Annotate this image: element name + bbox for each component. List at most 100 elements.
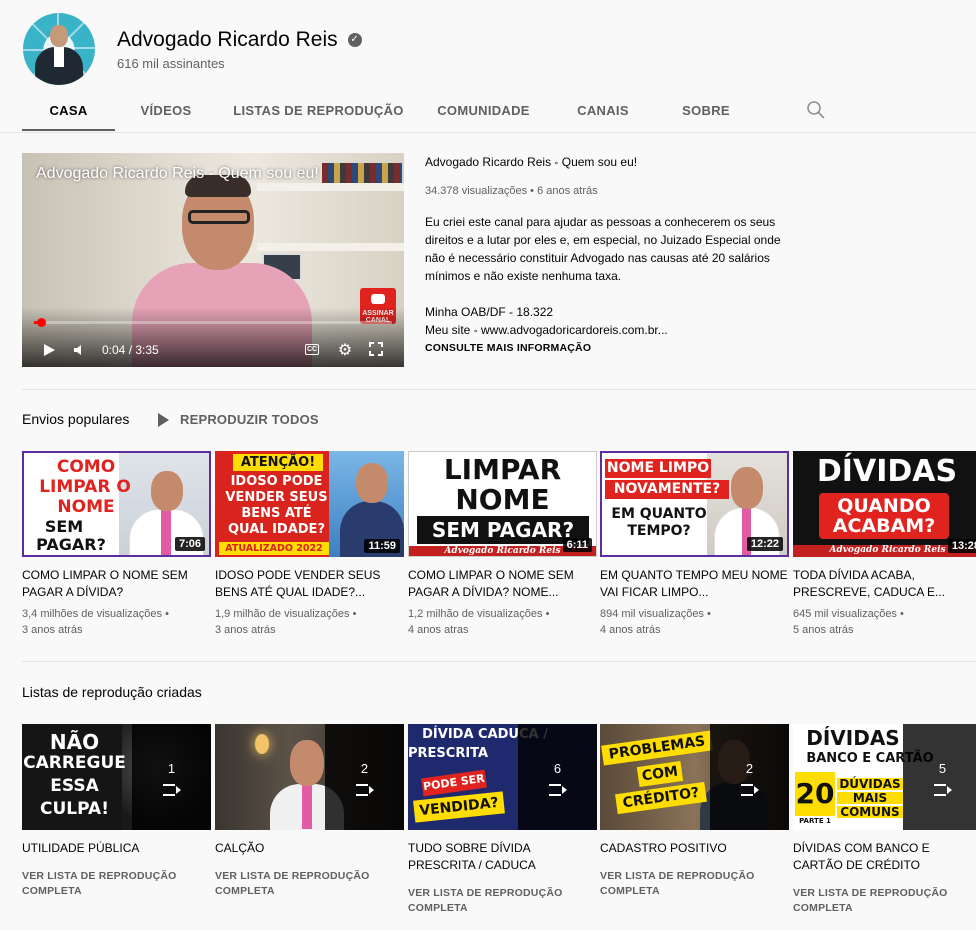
playlist-title[interactable]: CADASTRO POSITIVO: [600, 840, 789, 857]
view-full-playlist-link[interactable]: VER LISTA DE REPRODUÇÃO COMPLETA: [215, 869, 404, 899]
thumb-text: COM: [636, 761, 684, 787]
thumb-text: NOME: [455, 483, 550, 516]
channel-name-text: Advogado Ricardo Reis: [117, 28, 338, 51]
playlist-count-overlay: 2: [325, 724, 404, 830]
video-age: 4 anos atras: [408, 624, 469, 636]
thumb-text-line: ACABAM?: [832, 515, 936, 537]
playlist-video-count: 6: [553, 760, 562, 776]
video-title[interactable]: IDOSO PODE VENDER SEUS BENS ATÉ QUAL IDA…: [215, 567, 404, 601]
player-title-overlay[interactable]: Advogado Ricardo Reis - Quem sou eu!: [36, 165, 319, 183]
playlist-video-count: 2: [360, 760, 369, 776]
playlist-card[interactable]: PROBLEMAS COM CRÉDITO? 2 CADASTRO POSITI…: [600, 724, 789, 899]
channel-avatar[interactable]: [23, 13, 95, 85]
thumb-text: 20: [795, 772, 835, 816]
playlist-thumbnail[interactable]: DÍVIDAS BANCO E CARTÃO 20 DÚVIDAS MAIS C…: [793, 724, 976, 830]
tab-casa[interactable]: CASA: [22, 90, 115, 131]
playlist-card[interactable]: DÍVIDA CADUCA / PRESCRITA PODE SER VENDI…: [408, 724, 597, 916]
playlist-title[interactable]: CALÇÃO: [215, 840, 404, 857]
thumb-text: ESSA: [50, 776, 99, 796]
video-duration: 6:11: [562, 538, 592, 552]
tab-videos[interactable]: VÍDEOS: [115, 90, 217, 131]
play-all-label: REPRODUZIR TODOS: [180, 412, 319, 427]
video-card[interactable]: COMO LIMPAR O NOME SEM PAGAR? 7:06 COMO …: [22, 451, 211, 638]
playlist-video-count: 1: [167, 760, 176, 776]
video-thumbnail[interactable]: DÍVIDAS QUANDO ACABAM? Advogado Ricardo …: [793, 451, 976, 557]
thumb-text: VENDIDA?: [413, 791, 505, 823]
thumb-text: NOME LIMPO: [605, 459, 711, 478]
playlist-count-overlay: 5: [903, 724, 976, 830]
thumb-text-line: QUANDO: [837, 495, 931, 517]
playlist-card[interactable]: DÍVIDAS BANCO E CARTÃO 20 DÚVIDAS MAIS C…: [793, 724, 976, 916]
tab-comunidade[interactable]: COMUNIDADE: [426, 90, 541, 131]
video-title[interactable]: TODA DÍVIDA ACABA, PRESCREVE, CADUCA E..…: [793, 567, 976, 601]
thumb-text: LIMPAR O: [39, 477, 131, 497]
volume-icon[interactable]: [72, 343, 86, 357]
playlist-thumbnail[interactable]: DÍVIDA CADUCA / PRESCRITA PODE SER VENDI…: [408, 724, 597, 830]
playlist-icon: [548, 782, 567, 796]
thumb-text: BENS ATÉ: [241, 506, 312, 521]
video-card[interactable]: ATENÇÃO! IDOSO PODE VENDER SEUS BENS ATÉ…: [215, 451, 404, 638]
player-progress-bar[interactable]: [34, 318, 392, 327]
captions-icon[interactable]: CC: [305, 344, 319, 355]
playlist-title[interactable]: DÍVIDAS COM BANCO E CARTÃO DE CRÉDITO: [793, 840, 976, 874]
video-views: 645 mil visualizações •: [793, 608, 904, 620]
thumb-text: QUANDO ACABAM?: [819, 493, 949, 539]
thumb-text: VENDER SEUS: [225, 490, 328, 505]
play-icon[interactable]: [42, 343, 56, 357]
read-more-link[interactable]: CONSULTE MAIS INFORMAÇÃO: [425, 342, 795, 354]
thumb-text: ATENÇÃO!: [233, 454, 323, 471]
thumb-text: NOVAMENTE?: [605, 480, 729, 499]
description-paragraph: Eu criei este canal para ajudar as pesso…: [425, 215, 781, 283]
fullscreen-icon[interactable]: [369, 342, 383, 356]
video-duration: 7:06: [174, 537, 205, 551]
video-card[interactable]: NOME LIMPO NOVAMENTE? EM QUANTO TEMPO? 1…: [600, 451, 789, 638]
video-views: 3,4 milhões de visualizações •: [22, 608, 169, 620]
thumb-text: NÃO: [49, 730, 100, 754]
thumb-text: PRESCRITA: [408, 746, 489, 761]
playlist-thumbnail[interactable]: NÃO CARREGUE ESSA CULPA! 1: [22, 724, 211, 830]
video-card[interactable]: DÍVIDAS QUANDO ACABAM? Advogado Ricardo …: [793, 451, 976, 638]
playlist-card[interactable]: 2 CALÇÃO VER LISTA DE REPRODUÇÃO COMPLET…: [215, 724, 404, 899]
tab-canais[interactable]: CANAIS: [568, 90, 638, 131]
thumb-text: DÚVIDAS: [837, 778, 903, 790]
view-full-playlist-link[interactable]: VER LISTA DE REPRODUÇÃO COMPLETA: [408, 886, 597, 916]
video-thumbnail[interactable]: COMO LIMPAR O NOME SEM PAGAR? 7:06: [22, 451, 211, 557]
popular-uploads-title[interactable]: Envios populares: [22, 411, 129, 427]
featured-video-title[interactable]: Advogado Ricardo Reis - Quem sou eu!: [425, 153, 795, 171]
video-age: 3 anos atrás: [215, 624, 276, 636]
tab-listas-de-reproducao[interactable]: LISTAS DE REPRODUÇÃO: [221, 90, 416, 131]
thumb-text: PAGAR?: [36, 535, 106, 554]
playlist-thumbnail[interactable]: 2: [215, 724, 404, 830]
playlist-thumbnail[interactable]: PROBLEMAS COM CRÉDITO? 2: [600, 724, 789, 830]
search-icon[interactable]: [806, 100, 826, 120]
player-time: 0:04 / 3:35: [102, 343, 159, 357]
thumb-text: NOME: [57, 497, 115, 517]
thumb-text: PODE SER: [421, 769, 487, 797]
video-age: 3 anos atrás: [22, 624, 83, 636]
thumb-text: COMO: [56, 457, 116, 477]
tab-sobre[interactable]: SOBRE: [671, 90, 741, 131]
video-views: 1,2 milhão de visualizações •: [408, 608, 550, 620]
view-full-playlist-link[interactable]: VER LISTA DE REPRODUÇÃO COMPLETA: [600, 869, 789, 899]
thumb-text: EM QUANTO: [611, 506, 707, 522]
settings-gear-icon[interactable]: ⚙: [337, 342, 353, 359]
playlist-title[interactable]: TUDO SOBRE DÍVIDA PRESCRITA / CADUCA: [408, 840, 597, 874]
view-full-playlist-link[interactable]: VER LISTA DE REPRODUÇÃO COMPLETA: [793, 886, 976, 916]
video-card[interactable]: LIMPAR NOME SEM PAGAR? Advogado Ricardo …: [408, 451, 597, 638]
playlist-card[interactable]: NÃO CARREGUE ESSA CULPA! 1 UTILIDADE PÚB…: [22, 724, 211, 899]
video-thumbnail[interactable]: LIMPAR NOME SEM PAGAR? Advogado Ricardo …: [408, 451, 597, 557]
video-title[interactable]: COMO LIMPAR O NOME SEM PAGAR A DÍVIDA?: [22, 567, 211, 601]
playlist-title[interactable]: UTILIDADE PÚBLICA: [22, 840, 211, 857]
video-title[interactable]: EM QUANTO TEMPO MEU NOME VAI FICAR LIMPO…: [600, 567, 789, 601]
playlists-title[interactable]: Listas de reprodução criadas: [22, 684, 202, 700]
play-all-button[interactable]: REPRODUZIR TODOS: [158, 412, 319, 427]
featured-video-player[interactable]: Advogado Ricardo Reis - Quem sou eu! ASS…: [22, 153, 404, 367]
video-title[interactable]: COMO LIMPAR O NOME SEM PAGAR A DÍVIDA? N…: [408, 567, 597, 601]
video-age: 4 anos atrás: [600, 624, 661, 636]
playlist-icon: [355, 782, 374, 796]
thumb-text: SEM: [44, 517, 84, 536]
video-thumbnail[interactable]: NOME LIMPO NOVAMENTE? EM QUANTO TEMPO? 1…: [600, 451, 789, 557]
view-full-playlist-link[interactable]: VER LISTA DE REPRODUÇÃO COMPLETA: [22, 869, 211, 899]
description-oab: Minha OAB/DF - 18.322: [425, 305, 554, 319]
video-thumbnail[interactable]: ATENÇÃO! IDOSO PODE VENDER SEUS BENS ATÉ…: [215, 451, 404, 557]
